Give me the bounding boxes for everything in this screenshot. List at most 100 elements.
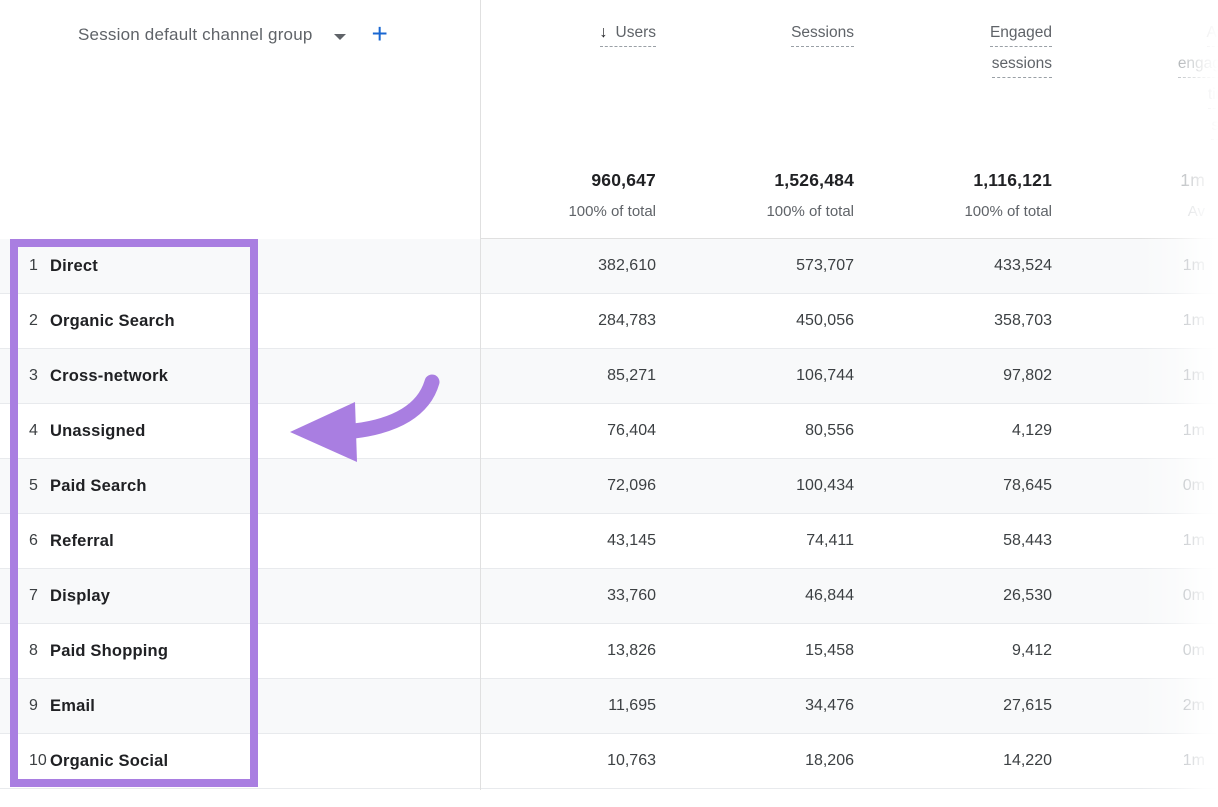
table-body: 1 Direct 382,610 573,707 433,524 1m 2 Or…: [0, 239, 1218, 789]
engaged-sessions-value: 9,412: [854, 642, 1052, 660]
row-rank: 9: [0, 697, 50, 715]
row-rank: 2: [0, 312, 50, 330]
channel-name: Organic Search: [50, 312, 480, 331]
sort-arrow-down-icon: ↓: [600, 24, 608, 41]
column-header-engaged-sessions[interactable]: Engaged sessions: [854, 22, 1052, 84]
analytics-channel-table: Session default channel group + ↓ Users S…: [0, 0, 1218, 807]
column-label-line: session: [1211, 115, 1218, 140]
table-row: 6 Referral 43,145 74,411 58,443 1m: [0, 514, 1218, 569]
users-value: 11,695: [480, 697, 656, 715]
total-value: 960,647: [480, 170, 656, 191]
row-rank: 4: [0, 422, 50, 440]
metric-headers: ↓ Users Sessions Engaged sessions Average…: [480, 22, 1218, 84]
avg-engagement-value: 1m: [1052, 257, 1218, 275]
column-label-line: engagement: [1178, 53, 1218, 78]
column-label-line: time per: [1208, 84, 1218, 109]
total-engaged-sessions: 1,116,121 100% of total: [854, 170, 1052, 220]
total-users: 960,647 100% of total: [480, 170, 656, 220]
users-value: 382,610: [480, 257, 656, 275]
sessions-value: 15,458: [656, 642, 854, 660]
sessions-value: 34,476: [656, 697, 854, 715]
total-value: 1,116,121: [854, 170, 1052, 191]
users-value: 33,760: [480, 587, 656, 605]
avg-engagement-value: 1m: [1052, 367, 1218, 385]
engaged-sessions-value: 433,524: [854, 257, 1052, 275]
column-label-line: Average: [1207, 22, 1218, 47]
sessions-value: 46,844: [656, 587, 854, 605]
table-row: 8 Paid Shopping 13,826 15,458 9,412 0m: [0, 624, 1218, 679]
users-value: 85,271: [480, 367, 656, 385]
plus-icon[interactable]: +: [372, 21, 388, 47]
channel-name: Direct: [50, 257, 480, 276]
avg-engagement-value: 1m: [1052, 752, 1218, 770]
totals-row: 960,647 100% of total 1,526,484 100% of …: [480, 140, 1218, 239]
column-label: Sessions: [791, 22, 854, 47]
users-value: 13,826: [480, 642, 656, 660]
channel-name: Display: [50, 587, 480, 606]
row-rank: 10: [0, 752, 50, 770]
caret-down-icon[interactable]: [334, 34, 346, 40]
dimension-dropdown[interactable]: Session default channel group: [78, 25, 313, 45]
avg-engagement-value: 0m: [1052, 477, 1218, 495]
engaged-sessions-value: 78,645: [854, 477, 1052, 495]
channel-name: Referral: [50, 532, 480, 551]
column-label: Users: [616, 24, 656, 41]
table-row: 5 Paid Search 72,096 100,434 78,645 0m: [0, 459, 1218, 514]
users-value: 284,783: [480, 312, 656, 330]
total-subtext: Av: [1052, 203, 1205, 220]
row-rank: 7: [0, 587, 50, 605]
table-row: 1 Direct 382,610 573,707 433,524 1m: [0, 239, 1218, 294]
row-rank: 3: [0, 367, 50, 385]
row-rank: 5: [0, 477, 50, 495]
channel-name: Email: [50, 697, 480, 716]
users-value: 72,096: [480, 477, 656, 495]
engaged-sessions-value: 14,220: [854, 752, 1052, 770]
column-label-line: Engaged: [990, 22, 1052, 47]
engaged-sessions-value: 26,530: [854, 587, 1052, 605]
column-header-users[interactable]: ↓ Users: [480, 22, 656, 53]
users-value: 43,145: [480, 532, 656, 550]
table-row: 9 Email 11,695 34,476 27,615 2m: [0, 679, 1218, 734]
channel-name: Paid Shopping: [50, 642, 480, 661]
engaged-sessions-value: 58,443: [854, 532, 1052, 550]
total-subtext: 100% of total: [480, 203, 656, 220]
total-avg-engagement: 1m Av: [1052, 170, 1218, 220]
total-subtext: 100% of total: [656, 203, 854, 220]
table-row: 10 Organic Social 10,763 18,206 14,220 1…: [0, 734, 1218, 789]
total-value: 1,526,484: [656, 170, 854, 191]
table-row: 4 Unassigned 76,404 80,556 4,129 1m: [0, 404, 1218, 459]
row-rank: 6: [0, 532, 50, 550]
table-row: 7 Display 33,760 46,844 26,530 0m: [0, 569, 1218, 624]
channel-name: Organic Social: [50, 752, 480, 771]
sessions-value: 106,744: [656, 367, 854, 385]
total-value: 1m: [1052, 170, 1205, 191]
avg-engagement-value: 0m: [1052, 642, 1218, 660]
avg-engagement-value: 2m: [1052, 697, 1218, 715]
engaged-sessions-value: 27,615: [854, 697, 1052, 715]
avg-engagement-value: 0m: [1052, 587, 1218, 605]
total-subtext: 100% of total: [854, 203, 1052, 220]
column-divider: [480, 0, 481, 790]
row-rank: 1: [0, 257, 50, 275]
avg-engagement-value: 1m: [1052, 532, 1218, 550]
column-header-sessions[interactable]: Sessions: [656, 22, 854, 53]
avg-engagement-value: 1m: [1052, 312, 1218, 330]
row-rank: 8: [0, 642, 50, 660]
channel-name: Paid Search: [50, 477, 480, 496]
channel-name: Unassigned: [50, 422, 480, 441]
users-value: 10,763: [480, 752, 656, 770]
sessions-value: 573,707: [656, 257, 854, 275]
users-value: 76,404: [480, 422, 656, 440]
sessions-value: 18,206: [656, 752, 854, 770]
column-label-line: sessions: [992, 53, 1052, 78]
sessions-value: 100,434: [656, 477, 854, 495]
channel-name: Cross-network: [50, 367, 480, 386]
table-row: 2 Organic Search 284,783 450,056 358,703…: [0, 294, 1218, 349]
table-row: 3 Cross-network 85,271 106,744 97,802 1m: [0, 349, 1218, 404]
avg-engagement-value: 1m: [1052, 422, 1218, 440]
total-sessions: 1,526,484 100% of total: [656, 170, 854, 220]
sessions-value: 80,556: [656, 422, 854, 440]
sessions-value: 74,411: [656, 532, 854, 550]
engaged-sessions-value: 97,802: [854, 367, 1052, 385]
engaged-sessions-value: 358,703: [854, 312, 1052, 330]
